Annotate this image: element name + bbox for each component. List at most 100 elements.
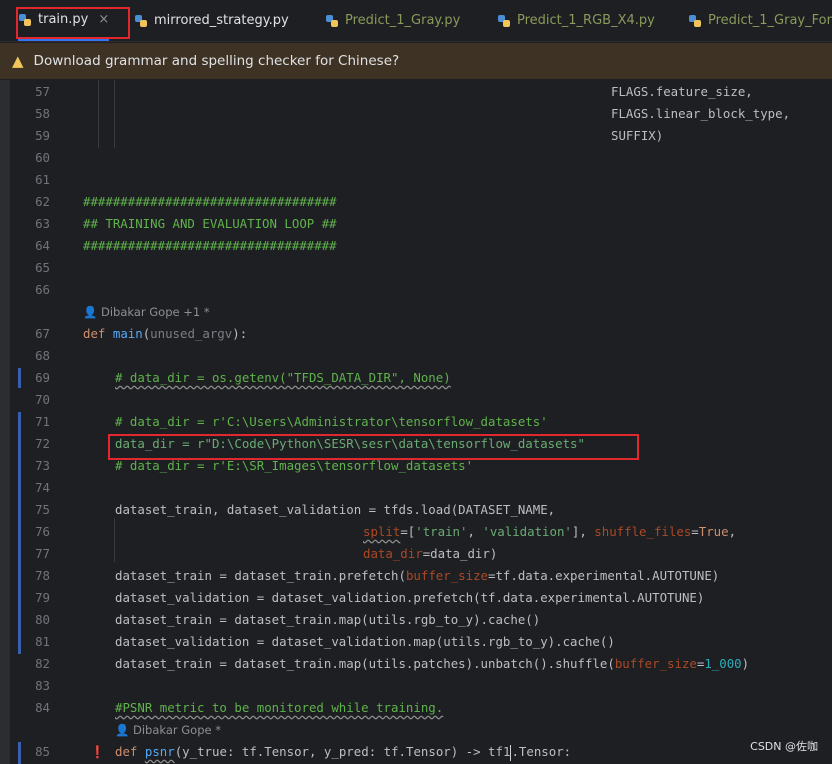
code-text: split=['train', 'validation'], shuffle_f… — [363, 524, 737, 539]
line-number: 75 — [35, 502, 50, 517]
code-line[interactable]: 77 data_dir=data_dir) — [0, 543, 832, 565]
code-text: FLAGS.feature_size, — [611, 84, 753, 99]
code-line[interactable]: 62 ################################## — [0, 191, 832, 213]
line-number: 64 — [35, 238, 50, 253]
tab-label: train.py — [38, 12, 89, 27]
code-text: #PSNR metric to be monitored while train… — [115, 700, 444, 715]
code-text: dataset_validation = dataset_validation.… — [115, 634, 615, 649]
code-text: dataset_train = dataset_train.map(utils.… — [115, 656, 750, 671]
code-line[interactable]: 69 # data_dir = os.getenv("TFDS_DATA_DIR"… — [0, 367, 832, 389]
line-number: 62 — [35, 194, 50, 209]
python-file-icon — [498, 14, 510, 27]
notification-banner: ▲ Download grammar and spelling checker … — [0, 43, 832, 79]
line-number: 70 — [35, 392, 50, 407]
code-text: data_dir = r"D:\Code\Python\SESR\sesr\da… — [115, 436, 585, 451]
line-number: 59 — [35, 128, 50, 143]
python-file-icon — [19, 13, 31, 26]
code-line[interactable]: 79 dataset_validation = dataset_validatio… — [0, 587, 832, 609]
tab-train-py[interactable]: train.py × — [18, 0, 110, 41]
line-number: 74 — [35, 480, 50, 495]
line-number: 69 — [35, 370, 50, 385]
code-text: dataset_train = dataset_train.prefetch(b… — [115, 568, 720, 583]
code-line[interactable]: 59 SUFFIX) — [0, 125, 832, 147]
tab-predict-1-gray-for[interactable]: Predict_1_Gray_For.p — [688, 0, 832, 41]
code-line[interactable]: 80 dataset_train = dataset_train.map(util… — [0, 609, 832, 631]
line-number: 81 — [35, 634, 50, 649]
author-text: Dibakar Gope * — [132, 723, 221, 737]
code-line[interactable]: 60 — [0, 147, 832, 169]
code-line[interactable]: 70 — [0, 389, 832, 411]
tab-mirrored-strategy-py[interactable]: mirrored_strategy.py — [134, 0, 289, 41]
code-text: FLAGS.linear_block_type, — [611, 106, 791, 121]
line-number: 66 — [35, 282, 50, 297]
code-line[interactable]: 76 split=['train', 'validation'], shuffle… — [0, 521, 832, 543]
watermark: CSDN @佐咖 — [750, 740, 818, 753]
tab-label: mirrored_strategy.py — [154, 13, 289, 28]
code-line[interactable]: 75 dataset_train, dataset_validation = tf… — [0, 499, 832, 521]
tab-label: Predict_1_Gray_For.p — [708, 13, 832, 28]
code-line[interactable]: 73 # data_dir = r'E:\SR_Images\tensorflow… — [0, 455, 832, 477]
code-text: dataset_train = dataset_train.map(utils.… — [115, 612, 541, 627]
code-line[interactable]: 57 FLAGS.feature_size, — [0, 81, 832, 103]
code-line[interactable]: 72 data_dir = r"D:\Code\Python\SESR\sesr\… — [0, 433, 832, 455]
code-author-hint[interactable]: 👤 Dibakar Gope * — [115, 719, 221, 741]
tab-label: Predict_1_Gray.py — [345, 13, 461, 28]
code-text: ################################## — [83, 194, 337, 209]
user-icon: 👤 — [115, 723, 130, 737]
code-line[interactable]: 81 dataset_validation = dataset_validatio… — [0, 631, 832, 653]
code-line[interactable]: 64 ################################## — [0, 235, 832, 257]
code-text: data_dir=data_dir) — [363, 546, 498, 561]
line-number: 65 — [35, 260, 50, 275]
code-line[interactable]: 85 def psnr(y_true: tf.Tensor, y_pred: tf… — [0, 741, 832, 763]
line-number: 82 — [35, 656, 50, 671]
line-number: 73 — [35, 458, 50, 473]
code-line[interactable]: 74 — [0, 477, 832, 499]
line-number: 85 — [35, 744, 50, 759]
code-line[interactable]: 84 #PSNR metric to be monitored while tra… — [0, 697, 832, 719]
line-number: 76 — [35, 524, 50, 539]
warning-icon: ▲ — [12, 52, 24, 70]
code-text: ################################## — [83, 238, 337, 253]
tab-predict-1-rgb-x4-py[interactable]: Predict_1_RGB_X4.py — [497, 0, 655, 41]
line-number: 67 — [35, 326, 50, 341]
line-number: 63 — [35, 216, 50, 231]
code-line[interactable]: 66 — [0, 279, 832, 301]
tab-label: Predict_1_RGB_X4.py — [517, 13, 655, 28]
code-line[interactable]: 58 FLAGS.linear_block_type, — [0, 103, 832, 125]
code-text: dataset_train, dataset_validation = tfds… — [115, 502, 556, 517]
tab-predict-1-gray-py[interactable]: Predict_1_Gray.py — [325, 0, 460, 41]
code-line[interactable]: 83 — [0, 675, 832, 697]
code-author-hint[interactable]: 👤 Dibakar Gope +1 * — [83, 301, 210, 323]
code-line[interactable]: 71 # data_dir = r'C:\Users\Administrator\… — [0, 411, 832, 433]
line-number: 57 — [35, 84, 50, 99]
code-line[interactable]: 67 def main(unused_argv): — [0, 323, 832, 345]
line-number: 68 — [35, 348, 50, 363]
code-text: def psnr(y_true: tf.Tensor, y_pred: tf.T… — [115, 744, 572, 761]
text-cursor — [510, 744, 512, 761]
code-line[interactable]: 65 — [0, 257, 832, 279]
line-number: 84 — [35, 700, 50, 715]
code-line[interactable]: 61 — [0, 169, 832, 191]
error-bulb-icon[interactable]: ❗ — [90, 741, 105, 763]
banner-text: Download grammar and spelling checker fo… — [33, 53, 400, 69]
author-text: Dibakar Gope +1 * — [100, 305, 210, 319]
code-line[interactable]: 68 — [0, 345, 832, 367]
code-text: def main(unused_argv): — [83, 326, 248, 341]
line-number: 83 — [35, 678, 50, 693]
line-number: 60 — [35, 150, 50, 165]
code-line[interactable]: 63 ## TRAINING AND EVALUATION LOOP ## — [0, 213, 832, 235]
code-text: SUFFIX) — [611, 128, 664, 143]
code-text: # data_dir = r'C:\Users\Administrator\te… — [115, 414, 548, 429]
code-text: # data_dir = r'E:\SR_Images\tensorflow_d… — [115, 458, 474, 473]
python-file-icon — [689, 14, 701, 27]
editor-tab-bar: train.py × mirrored_strategy.py Predict_… — [0, 0, 832, 42]
line-number: 78 — [35, 568, 50, 583]
code-line[interactable]: 82 dataset_train = dataset_train.map(util… — [0, 653, 832, 675]
line-number: 77 — [35, 546, 50, 561]
line-number: 71 — [35, 414, 50, 429]
python-file-icon — [135, 14, 147, 27]
code-text: # data_dir = os.getenv("TFDS_DATA_DIR", … — [115, 370, 451, 385]
code-line[interactable]: 78 dataset_train = dataset_train.prefetch… — [0, 565, 832, 587]
python-file-icon — [326, 14, 338, 27]
close-icon[interactable]: × — [98, 12, 109, 27]
